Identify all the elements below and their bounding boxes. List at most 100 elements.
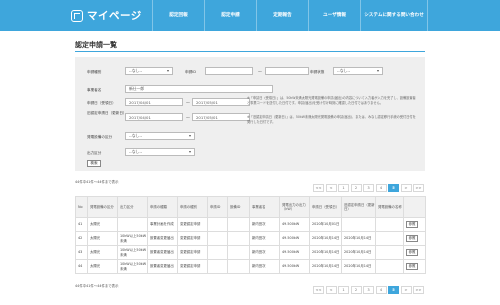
label-facility-category: 発電設備の区分 xyxy=(87,135,113,139)
label-business-name: 事業者名 xyxy=(87,88,102,92)
cell-no: 43 xyxy=(75,245,88,260)
view-button[interactable]: 参照 xyxy=(406,249,418,256)
cell-facility-name xyxy=(375,245,404,260)
pager-first[interactable]: << xyxy=(313,286,324,294)
label-old-application-date: 旧認定申請日（更新日） xyxy=(87,111,127,115)
search-panel: 申請種別 --なし-- 申請ID ～ 申請状態 --なし-- 事業者名 新仕一郎… xyxy=(75,57,425,171)
col-application-id: 申請ID xyxy=(207,196,228,218)
application-status-select[interactable]: --なし-- xyxy=(333,67,383,75)
search-button[interactable]: 検索 xyxy=(87,160,101,167)
cell-old-application-date xyxy=(341,217,376,232)
cell-no: 42 xyxy=(75,231,88,246)
label-application-status: 申請状態 xyxy=(310,70,325,74)
cell-facility-name xyxy=(375,217,404,232)
pagination-bottom: << < 1 2 3 4 5 > >> xyxy=(313,286,426,294)
cell-facility-id xyxy=(227,217,250,232)
nav-item-teiki-hokoku[interactable]: 定期報告 xyxy=(256,0,308,31)
mypage-logo-icon xyxy=(71,9,83,22)
col-output-category: 出力区分 xyxy=(117,196,148,218)
application-date-to-input[interactable]: 2017/05/01 xyxy=(192,98,250,106)
col-application-type: 申請の種別 xyxy=(177,196,208,218)
pager-page-3[interactable]: 3 xyxy=(363,286,374,294)
cell-application-id xyxy=(207,245,228,260)
cell-business-name: 新内田次 xyxy=(249,217,280,232)
cell-output-kw: 49.500kW xyxy=(279,231,310,246)
application-id-to-input[interactable] xyxy=(265,67,309,75)
cell-application-id xyxy=(207,231,228,246)
pager-page-2[interactable]: 2 xyxy=(350,286,362,294)
col-facility-category: 発電設備の区分 xyxy=(87,196,118,218)
pager-page-5[interactable]: 5 xyxy=(388,184,399,192)
pager-page-3[interactable]: 3 xyxy=(363,184,374,192)
pager-last[interactable]: >> xyxy=(413,286,424,294)
pager-next[interactable]: > xyxy=(400,184,412,192)
cell-action: 参照 xyxy=(403,217,426,232)
pager-page-4[interactable]: 4 xyxy=(375,286,387,294)
pager-page-1[interactable]: 1 xyxy=(338,184,349,192)
col-facility-id: 設備ID xyxy=(227,196,250,218)
output-category-select[interactable]: --なし-- xyxy=(125,148,195,156)
cell-application-id xyxy=(207,259,228,274)
pager-last[interactable]: >> xyxy=(413,184,424,192)
table-row: 42 太陽光 10kW以上50kW未満 設置者変更届出 変更認定申請 新内田次 … xyxy=(75,231,426,246)
col-application-date: 申請日（受領日） xyxy=(309,196,342,218)
cell-business-name: 新内田次 xyxy=(249,245,280,260)
app-title: マイページ xyxy=(87,10,142,22)
page-title: 認定申請一覧 xyxy=(75,41,117,49)
table-row: 44 太陽光 10kW以上50kW未満 設置者変更届出 変更認定申請 新内田次 … xyxy=(75,259,426,274)
cell-no: 41 xyxy=(75,217,88,232)
label-application-type: 申請種別 xyxy=(87,70,102,74)
pager-page-5[interactable]: 5 xyxy=(388,286,399,294)
table-row: 43 太陽光 10kW以上50kW未満 設置者変更届出 変更認定申請 新内田次 … xyxy=(75,245,426,260)
cell-application-id xyxy=(207,217,228,232)
date-range-tilde-1: ～ xyxy=(186,100,190,105)
cell-application-kind: 設置者変更届出 xyxy=(147,259,178,274)
col-action xyxy=(403,196,426,218)
business-name-input[interactable]: 新仕一郎 xyxy=(125,85,273,93)
view-button[interactable]: 参照 xyxy=(406,263,418,270)
nav-item-nintei-shinsei[interactable]: 認定申請 xyxy=(204,0,256,31)
cell-facility-name xyxy=(375,259,404,274)
pager-page-2[interactable]: 2 xyxy=(350,184,362,192)
col-facility-name: 発電設備の名称 xyxy=(375,196,404,218)
cell-output-category xyxy=(117,217,148,232)
col-old-application-date: 旧認定申請日（更新日） xyxy=(341,196,376,218)
pager-next[interactable]: > xyxy=(400,286,412,294)
label-application-id: 申請ID xyxy=(185,70,197,74)
pager-prev[interactable]: < xyxy=(325,286,337,294)
table-row: 41 太陽光 事業計画を作成 変更認定申請 新内田次 49.500kW 2020… xyxy=(75,217,426,232)
cell-output-kw: 49.500kW xyxy=(279,259,310,274)
cell-facility-category: 太陽光 xyxy=(87,259,118,274)
pager-first[interactable]: << xyxy=(313,184,324,192)
brand[interactable]: マイページ xyxy=(0,8,150,23)
col-application-kind: 申請の種類 xyxy=(147,196,178,218)
application-date-from-input[interactable]: 2017/04/01 xyxy=(125,98,183,106)
nav-item-user-info[interactable]: ユーザ情報 xyxy=(308,0,360,31)
pager-page-1[interactable]: 1 xyxy=(338,286,349,294)
view-button[interactable]: 参照 xyxy=(406,235,418,242)
cell-application-kind: 設置者変更届出 xyxy=(147,231,178,246)
cell-output-category: 10kW以上50kW未満 xyxy=(117,259,148,274)
cell-output-kw: 49.500kW xyxy=(279,245,310,260)
cell-old-application-date: 2020年10月14日 xyxy=(341,245,376,260)
cell-facility-category: 太陽光 xyxy=(87,217,118,232)
cell-facility-category: 太陽光 xyxy=(87,231,118,246)
old-application-date-to-input[interactable]: 2017/05/01 xyxy=(192,113,250,121)
cell-output-category: 10kW以上50kW未満 xyxy=(117,245,148,260)
application-id-from-input[interactable] xyxy=(205,67,253,75)
cell-application-date: 2020年10月01日 xyxy=(309,217,342,232)
old-application-date-from-input[interactable]: 2017/04/01 xyxy=(125,113,183,121)
pager-prev[interactable]: < xyxy=(325,184,337,192)
table-header-row: No 発電設備の区分 出力区分 申請の種類 申請の種別 申請ID 設備ID 事業… xyxy=(75,196,426,218)
nav-item-system-inquiry[interactable]: システムに関する問い合わせ xyxy=(360,0,428,31)
application-type-select[interactable]: --なし-- xyxy=(125,67,173,75)
cell-old-application-date: 2020年10月14日 xyxy=(341,259,376,274)
label-application-date: 申請日（受領日） xyxy=(87,101,116,105)
cell-facility-id xyxy=(227,245,250,260)
view-button[interactable]: 参照 xyxy=(406,221,418,228)
cell-application-date: 2020年10月14日 xyxy=(309,231,342,246)
cell-application-date: 2020年10月14日 xyxy=(309,245,342,260)
nav-item-nintei-kaiho[interactable]: 認定回報 xyxy=(152,0,204,31)
facility-category-select[interactable]: --なし-- xyxy=(125,132,195,140)
pager-page-4[interactable]: 4 xyxy=(375,184,387,192)
